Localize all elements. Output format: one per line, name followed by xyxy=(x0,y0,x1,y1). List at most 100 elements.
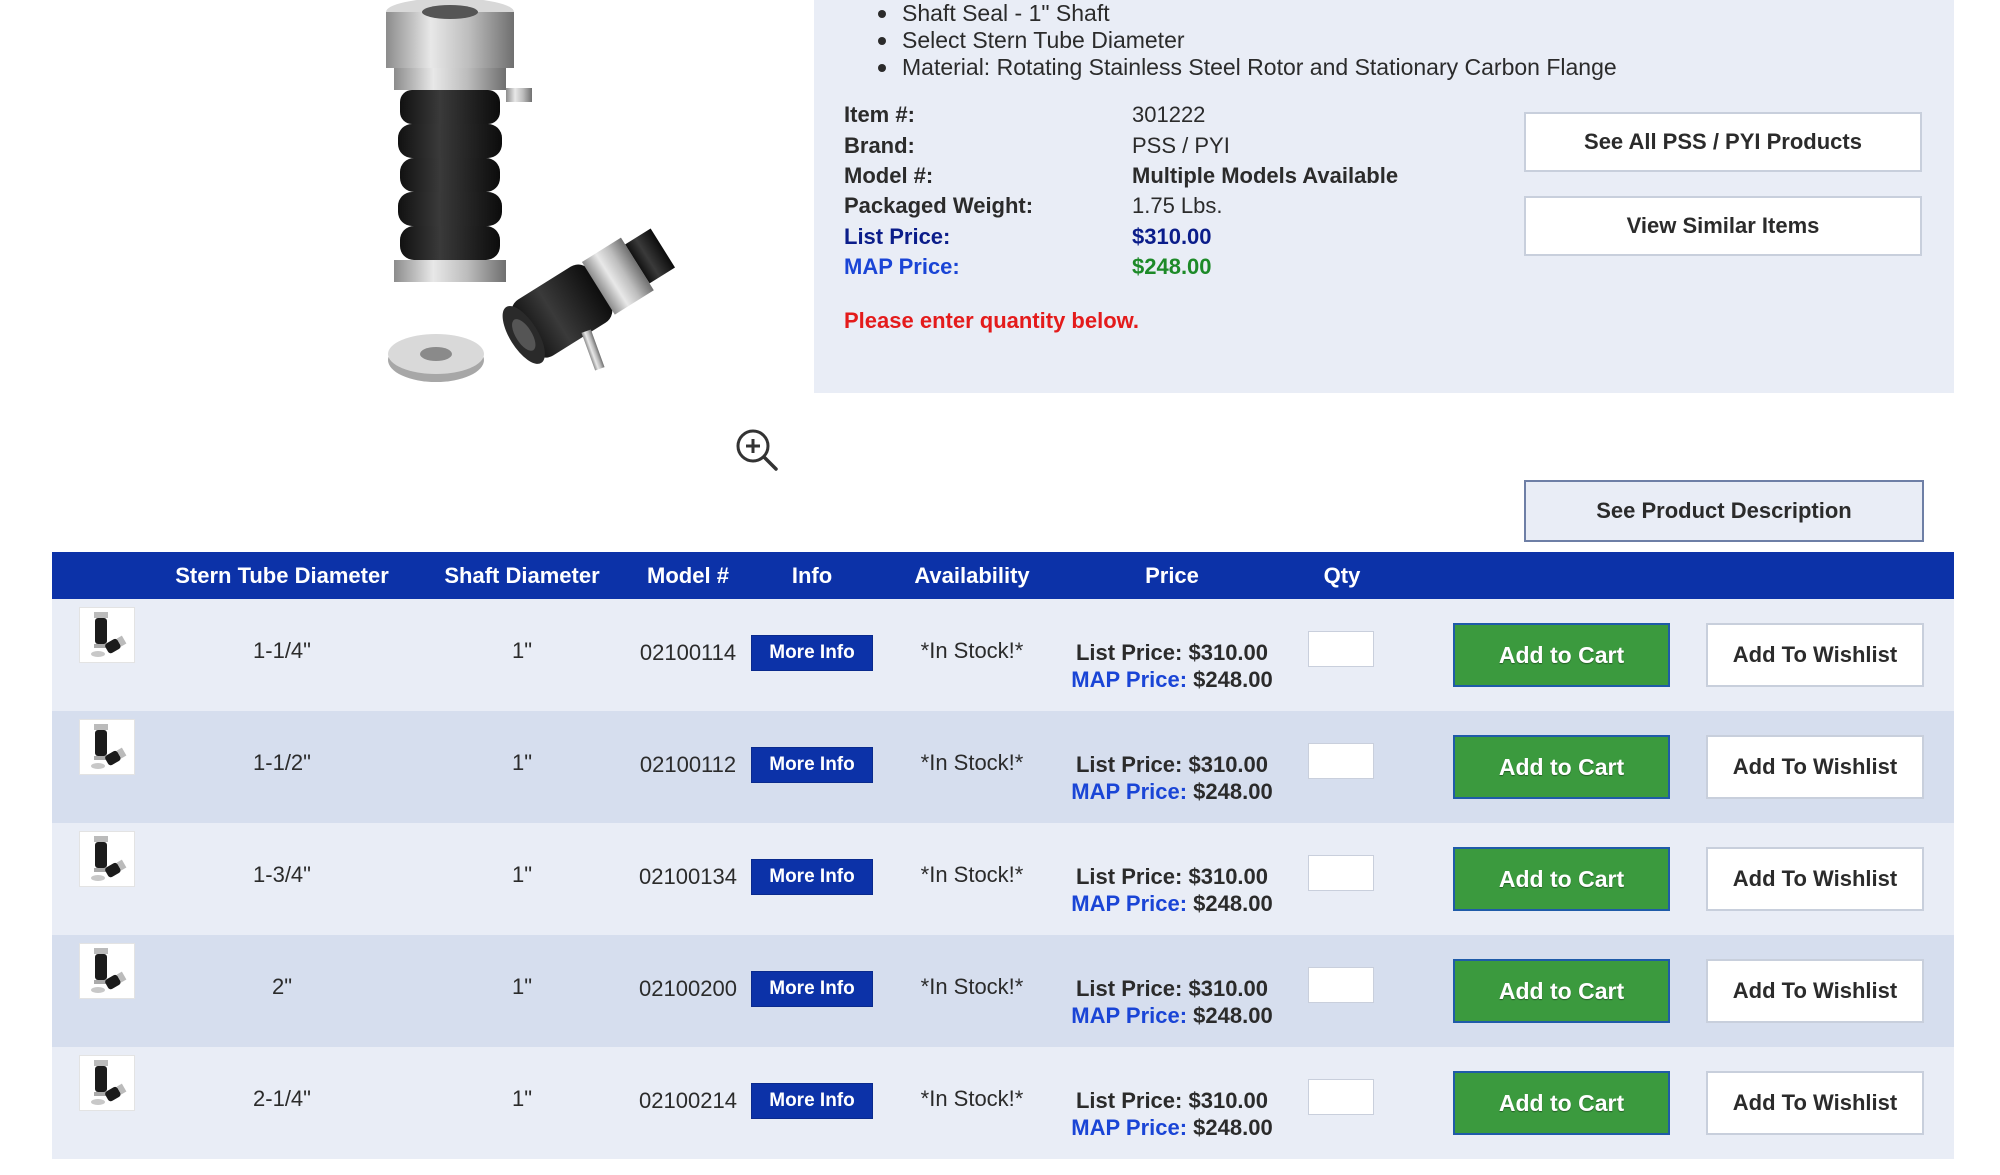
shaft-diameter-cell: 1" xyxy=(511,862,533,887)
table-row: 2" 1" 02100200 More Info *In Stock!* List Pri… xyxy=(52,935,1954,1047)
row-list-price: List Price: $310.00 xyxy=(1052,751,1292,778)
add-to-wishlist-button[interactable]: Add To Wishlist xyxy=(1706,847,1924,911)
row-map-price: MAP Price: $248.00 xyxy=(1052,890,1292,917)
row-list-price-value: $310.00 xyxy=(1188,752,1269,777)
add-to-cart-button[interactable]: Add to Cart xyxy=(1453,623,1670,687)
price-cell: List Price: $310.00 MAP Price: $248.00 xyxy=(1052,639,1292,693)
quantity-input[interactable] xyxy=(1308,1079,1374,1115)
shaft-seal-thumbnail-icon[interactable] xyxy=(79,1055,135,1111)
row-list-price-value: $310.00 xyxy=(1188,640,1269,665)
row-map-price-value: $248.00 xyxy=(1193,891,1273,916)
header-info: Info xyxy=(791,563,833,588)
availability-cell: *In Stock!* xyxy=(920,1086,1024,1111)
spec-label: Brand: xyxy=(844,133,915,158)
model-number-cell: 02100112 xyxy=(639,752,737,777)
spec-value: Multiple Models Available xyxy=(1132,163,1399,188)
header-model: Model # xyxy=(647,563,729,588)
quantity-notice: Please enter quantity below. xyxy=(844,308,1140,333)
row-list-price-value: $310.00 xyxy=(1188,976,1269,1001)
quantity-input[interactable] xyxy=(1308,743,1374,779)
row-list-price: List Price: $310.00 xyxy=(1052,1087,1292,1114)
stern-tube-diameter-cell: 1-1/2" xyxy=(253,750,311,775)
availability-cell: *In Stock!* xyxy=(920,638,1024,663)
row-map-price-value: $248.00 xyxy=(1193,667,1273,692)
zoom-in-icon[interactable] xyxy=(735,428,779,472)
see-product-description-button[interactable]: See Product Description xyxy=(1524,480,1924,542)
more-info-button[interactable]: More Info xyxy=(751,747,873,783)
header-shaft-diameter: Shaft Diameter xyxy=(444,563,600,588)
add-to-wishlist-button[interactable]: Add To Wishlist xyxy=(1706,735,1924,799)
feature-item: Select Stern Tube Diameter xyxy=(878,27,1617,54)
table-row: 1-3/4" 1" 02100134 More Info *In Stock!* List… xyxy=(52,823,1954,935)
list-price-value: $310.00 xyxy=(1132,224,1212,249)
quantity-input[interactable] xyxy=(1308,967,1374,1003)
shaft-diameter-cell: 1" xyxy=(511,638,533,663)
model-number-cell: 02100200 xyxy=(639,976,737,1001)
table-header: Stern Tube Diameter Shaft Diameter Model… xyxy=(52,552,1954,599)
spec-value: 1.75 Lbs. xyxy=(1132,193,1223,218)
more-info-button[interactable]: More Info xyxy=(751,859,873,895)
shaft-seal-thumbnail-icon[interactable] xyxy=(79,943,135,999)
shaft-seal-thumbnail-icon[interactable] xyxy=(79,831,135,887)
model-number-cell: 02100114 xyxy=(639,640,737,665)
more-info-button[interactable]: More Info xyxy=(751,971,873,1007)
row-map-price-label: MAP Price: xyxy=(1071,667,1188,692)
header-price: Price xyxy=(1145,563,1199,588)
row-map-price: MAP Price: $248.00 xyxy=(1052,1114,1292,1141)
row-map-price-value: $248.00 xyxy=(1193,1115,1273,1140)
row-list-price-value: $310.00 xyxy=(1188,1088,1269,1113)
add-to-wishlist-button[interactable]: Add To Wishlist xyxy=(1706,1071,1924,1135)
row-list-price: List Price: $310.00 xyxy=(1052,863,1292,890)
header-stern-tube-diameter: Stern Tube Diameter xyxy=(175,563,389,588)
row-list-price-label: List Price: xyxy=(1075,640,1183,665)
map-price-label: MAP Price: xyxy=(844,254,960,279)
spec-value: 301222 xyxy=(1132,102,1206,127)
price-cell: List Price: $310.00 MAP Price: $248.00 xyxy=(1052,863,1292,917)
row-list-price-label: List Price: xyxy=(1075,864,1183,889)
row-map-price-label: MAP Price: xyxy=(1071,1003,1188,1028)
shaft-seal-thumbnail-icon[interactable] xyxy=(79,607,135,663)
row-list-price: List Price: $310.00 xyxy=(1052,639,1292,666)
view-similar-items-button[interactable]: View Similar Items xyxy=(1524,196,1922,256)
row-map-price: MAP Price: $248.00 xyxy=(1052,666,1292,693)
row-map-price-value: $248.00 xyxy=(1193,779,1273,804)
more-info-button[interactable]: More Info xyxy=(751,1083,873,1119)
spec-value: PSS / PYI xyxy=(1132,133,1230,158)
table-row: 2-1/4" 1" 02100214 More Info *In Stock!* List… xyxy=(52,1047,1954,1159)
table-row: 1-1/4" 1" 02100114 More Info *In Stock!* List… xyxy=(52,599,1954,711)
price-cell: List Price: $310.00 MAP Price: $248.00 xyxy=(1052,1087,1292,1141)
quantity-input[interactable] xyxy=(1308,855,1374,891)
product-variants-table: Stern Tube Diameter Shaft Diameter Model… xyxy=(52,552,1954,1159)
row-list-price-value: $310.00 xyxy=(1188,864,1269,889)
availability-cell: *In Stock!* xyxy=(920,862,1024,887)
spec-label: Model #: xyxy=(844,163,934,188)
row-map-price: MAP Price: $248.00 xyxy=(1052,778,1292,805)
add-to-wishlist-button[interactable]: Add To Wishlist xyxy=(1706,959,1924,1023)
stern-tube-diameter-cell: 2" xyxy=(271,974,293,999)
spec-label: Packaged Weight: xyxy=(844,193,1034,218)
add-to-wishlist-button[interactable]: Add To Wishlist xyxy=(1706,623,1924,687)
availability-cell: *In Stock!* xyxy=(920,974,1024,999)
see-all-brand-products-button[interactable]: See All PSS / PYI Products xyxy=(1524,112,1922,172)
shaft-seal-thumbnail-icon[interactable] xyxy=(79,719,135,775)
map-price-value: $248.00 xyxy=(1132,254,1212,279)
product-image[interactable] xyxy=(360,0,740,420)
add-to-cart-button[interactable]: Add to Cart xyxy=(1453,847,1670,911)
add-to-cart-button[interactable]: Add to Cart xyxy=(1453,1071,1670,1135)
quantity-input[interactable] xyxy=(1308,631,1374,667)
more-info-button[interactable]: More Info xyxy=(751,635,873,671)
feature-item: Shaft Seal - 1" Shaft xyxy=(878,0,1617,27)
row-list-price-label: List Price: xyxy=(1075,976,1183,1001)
model-number-cell: 02100214 xyxy=(639,1088,737,1113)
table-row: 1-1/2" 1" 02100112 More Info *In Stock!* List… xyxy=(52,711,1954,823)
add-to-cart-button[interactable]: Add to Cart xyxy=(1453,735,1670,799)
shaft-diameter-cell: 1" xyxy=(511,1086,533,1111)
price-cell: List Price: $310.00 MAP Price: $248.00 xyxy=(1052,975,1292,1029)
header-qty: Qty xyxy=(1323,563,1361,588)
row-list-price-label: List Price: xyxy=(1075,1088,1183,1113)
add-to-cart-button[interactable]: Add to Cart xyxy=(1453,959,1670,1023)
stern-tube-diameter-cell: 2-1/4" xyxy=(253,1086,311,1111)
row-map-price: MAP Price: $248.00 xyxy=(1052,1002,1292,1029)
row-map-price-label: MAP Price: xyxy=(1071,1115,1188,1140)
list-price-label: List Price: xyxy=(844,224,951,249)
